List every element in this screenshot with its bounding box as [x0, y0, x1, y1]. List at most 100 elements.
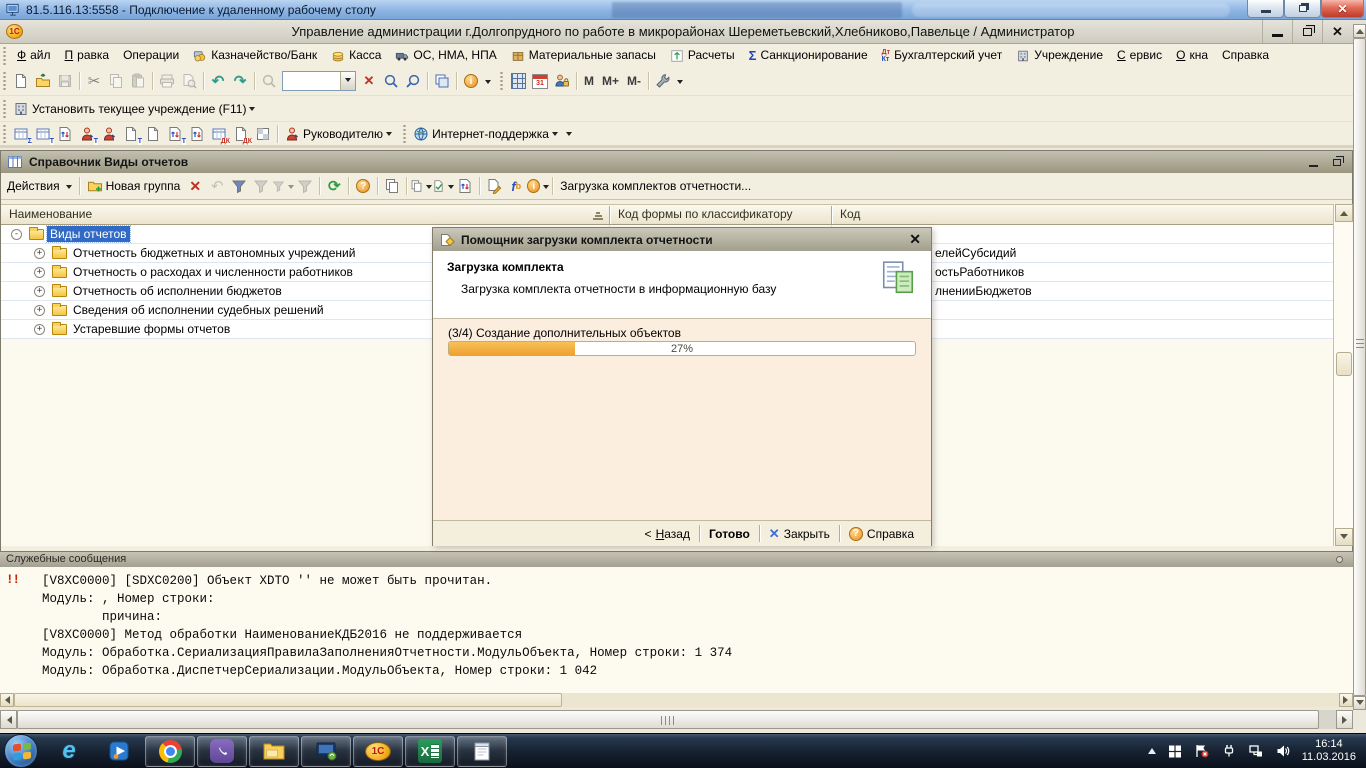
menu-fixed-assets[interactable]: ОС, НМА, НПА: [388, 44, 503, 67]
scroll-down-button[interactable]: [1335, 528, 1353, 546]
start-button[interactable]: [4, 734, 38, 768]
window-list-button[interactable]: [431, 70, 453, 92]
tree-item-label[interactable]: Устаревшие формы отчетов: [70, 321, 233, 337]
calculator-button[interactable]: [507, 70, 529, 92]
expand-icon[interactable]: +: [34, 324, 45, 335]
menu-windows[interactable]: Окна: [1169, 44, 1215, 67]
pin-icon[interactable]: [1336, 556, 1343, 563]
network-icon[interactable]: [1248, 743, 1264, 759]
copy-list-button[interactable]: [381, 175, 403, 197]
column-header-name[interactable]: Наименование: [1, 205, 609, 224]
actions-menu-button[interactable]: Действия: [3, 179, 76, 193]
app-minimize-button[interactable]: [1262, 20, 1292, 43]
menu-operations[interactable]: Операции: [116, 44, 186, 67]
taskbar-item-internet-explorer[interactable]: e: [44, 735, 94, 768]
report-button-11[interactable]: ДК: [230, 123, 252, 145]
done-button[interactable]: Готово: [700, 527, 759, 541]
rdp-close-button[interactable]: ✕: [1321, 0, 1364, 18]
code-cell[interactable]: остьРаботников: [935, 264, 1024, 280]
internet-support-dropdown-arrow[interactable]: [552, 132, 558, 139]
menu-edit[interactable]: Правка: [58, 44, 117, 67]
menu-service[interactable]: Сервис: [1110, 44, 1169, 67]
report-button-10[interactable]: ДК: [208, 123, 230, 145]
menu-sanctioning[interactable]: ΣСанкционирование: [742, 44, 875, 67]
search-dropdown-button[interactable]: [340, 72, 355, 90]
rdp-minimize-button[interactable]: [1247, 0, 1284, 18]
toolbar-grip[interactable]: [2, 46, 7, 66]
expand-icon[interactable]: +: [34, 248, 45, 259]
close-button[interactable]: ✕Закрыть: [760, 526, 839, 542]
search-input[interactable]: [283, 73, 340, 89]
open-button[interactable]: [32, 70, 54, 92]
code-cell[interactable]: елейСубсидий: [935, 245, 1016, 261]
service-messages-header[interactable]: Служебные сообщения: [0, 552, 1353, 567]
settings-dropdown-arrow[interactable]: [677, 80, 683, 87]
report-button-12[interactable]: [252, 123, 274, 145]
info-button[interactable]: i: [460, 70, 482, 92]
manager-menu-label[interactable]: Руководителю: [303, 127, 383, 141]
taskbar-item-viber[interactable]: [197, 736, 247, 767]
back-button[interactable]: <Назад: [636, 527, 699, 541]
print-preview-button[interactable]: [178, 70, 200, 92]
taskbar-item-notepad[interactable]: [457, 736, 507, 767]
print-button[interactable]: [156, 70, 178, 92]
column-header-form-code[interactable]: Код формы по классификатору: [610, 205, 831, 224]
tree-item-label[interactable]: Отчетность бюджетных и автономных учрежд…: [70, 245, 358, 261]
scrollbar-thumb[interactable]: [1353, 38, 1366, 696]
memory-subtract-button[interactable]: M-: [623, 74, 645, 88]
report-button-7[interactable]: [142, 123, 164, 145]
toolbar-grip[interactable]: [2, 99, 7, 119]
tree-item-label[interactable]: Виды отчетов: [47, 226, 130, 242]
menu-institution[interactable]: Учреждение: [1009, 44, 1110, 67]
app-vertical-scrollbar[interactable]: [1353, 24, 1366, 710]
new-group-button[interactable]: Новая группа: [83, 178, 185, 194]
internet-support-label[interactable]: Интернет-поддержка: [432, 127, 549, 141]
windows-update-tray-icon[interactable]: [1167, 743, 1183, 759]
refresh-button[interactable]: ⟳: [323, 175, 345, 197]
scroll-left-button[interactable]: [0, 693, 14, 707]
edit-doc-button[interactable]: [483, 175, 505, 197]
manager-menu-button[interactable]: [281, 123, 303, 145]
scroll-right-button[interactable]: [1336, 710, 1353, 729]
copy-button[interactable]: [105, 70, 127, 92]
menu-cash[interactable]: Касса: [324, 44, 388, 67]
report-button-3[interactable]: [54, 123, 76, 145]
set-institution-button[interactable]: [10, 98, 32, 120]
cut-button[interactable]: ✂: [83, 70, 105, 92]
power-plug-icon[interactable]: [1221, 743, 1237, 759]
expand-icon[interactable]: +: [34, 267, 45, 278]
scrollbar-thumb[interactable]: [1336, 352, 1352, 376]
tree-item-label[interactable]: Сведения об исполнении судебных решений: [70, 302, 327, 318]
internet-support-button[interactable]: [410, 123, 432, 145]
filter-settings-button[interactable]: [228, 175, 250, 197]
select-check-button[interactable]: [432, 175, 454, 197]
report-button-9[interactable]: [186, 123, 208, 145]
menu-settlements[interactable]: Расчеты: [663, 44, 742, 67]
find-next-button[interactable]: [402, 70, 424, 92]
table-vertical-scrollbar[interactable]: [1333, 204, 1353, 546]
filter-by-value-button[interactable]: [272, 175, 294, 197]
column-header-code[interactable]: Код: [832, 205, 1332, 224]
toolbar-overflow-arrow[interactable]: [566, 132, 572, 139]
code-cell[interactable]: лненииБюджетов: [935, 283, 1032, 299]
scrollbar-thumb[interactable]: [17, 710, 1319, 729]
undelete-button[interactable]: ↶: [206, 175, 228, 197]
report-button-2[interactable]: Т: [32, 123, 54, 145]
scroll-up-button[interactable]: [1335, 204, 1353, 222]
menu-file[interactable]: Файл: [10, 44, 58, 67]
toolbar-grip[interactable]: [2, 71, 7, 91]
set-institution-label[interactable]: Установить текущее учреждение (F11): [32, 102, 246, 116]
info-dropdown-arrow[interactable]: [485, 80, 491, 87]
tree-item-label[interactable]: Отчетность об исполнении бюджетов: [70, 283, 285, 299]
expand-icon[interactable]: +: [34, 305, 45, 316]
tree-item-label[interactable]: Отчетность о расходах и численности рабо…: [70, 264, 356, 280]
report-button-8[interactable]: Т: [164, 123, 186, 145]
filter-button[interactable]: [250, 175, 272, 197]
paste-button[interactable]: [127, 70, 149, 92]
save-button[interactable]: [54, 70, 76, 92]
search-icon-button[interactable]: [258, 70, 280, 92]
toolbar-grip[interactable]: [402, 124, 407, 144]
taskbar-item-chrome[interactable]: [145, 736, 195, 767]
memory-recall-button[interactable]: M: [580, 74, 598, 88]
help-button[interactable]: ?: [352, 175, 374, 197]
